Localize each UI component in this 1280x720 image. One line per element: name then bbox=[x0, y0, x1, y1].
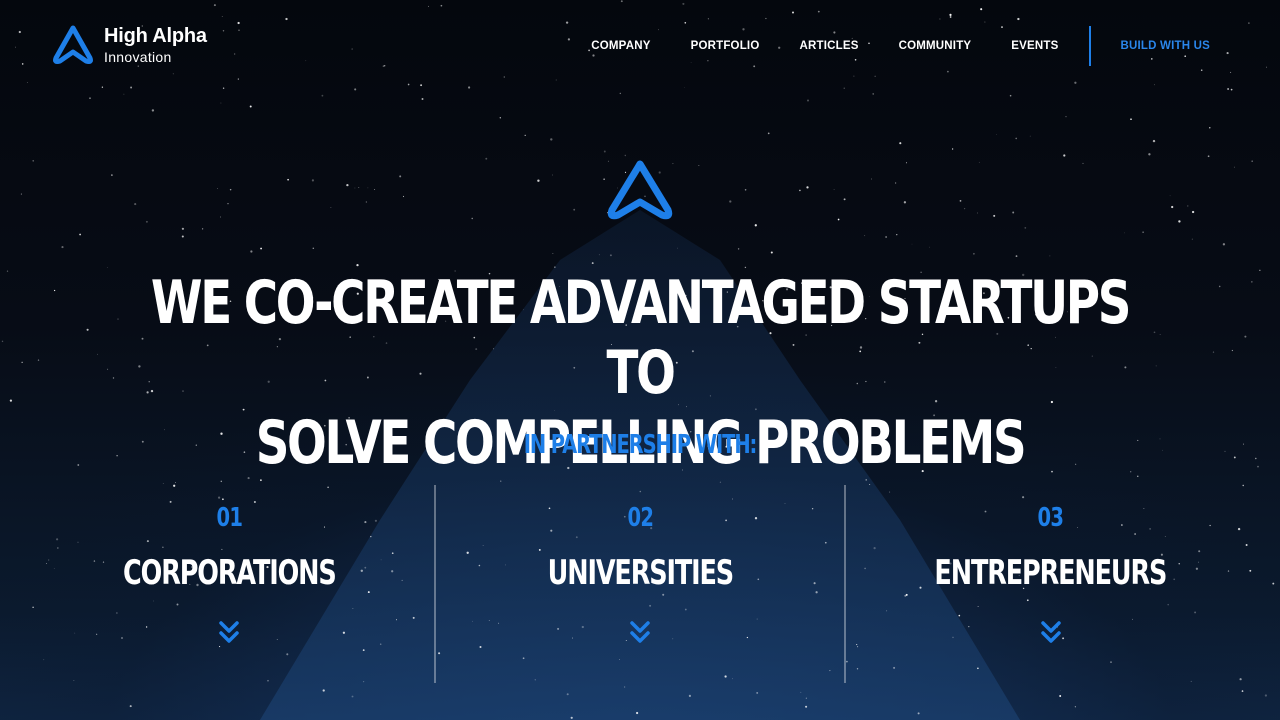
column-number: 02 bbox=[627, 503, 653, 533]
nav-community[interactable]: COMMUNITY bbox=[899, 40, 972, 52]
brand-name: High Alpha bbox=[104, 25, 207, 47]
nav-portfolio[interactable]: PORTFOLIO bbox=[691, 40, 760, 52]
partnership-label: IN PARTNERSHIP WITH: bbox=[523, 430, 758, 460]
column-title: UNIVERSITIES bbox=[547, 553, 733, 593]
double-chevron-down-icon[interactable] bbox=[1040, 619, 1062, 647]
build-with-us-button[interactable]: BUILD WITH US bbox=[1121, 40, 1210, 52]
nav-divider bbox=[1088, 26, 1091, 66]
column-title: CORPORATIONS bbox=[123, 553, 337, 593]
column-corporations[interactable]: 01 CORPORATIONS bbox=[25, 485, 434, 683]
column-number: 01 bbox=[216, 503, 243, 533]
main-nav: COMPANY PORTFOLIO ARTICLES COMMUNITY EVE… bbox=[591, 26, 1210, 66]
hero-logo-icon bbox=[607, 160, 673, 220]
brand-logo[interactable]: High Alpha Innovation bbox=[50, 24, 207, 66]
column-title: ENTREPRENEURS bbox=[934, 553, 1168, 593]
nav-events[interactable]: EVENTS bbox=[1011, 40, 1058, 52]
double-chevron-down-icon[interactable] bbox=[218, 619, 240, 647]
column-universities[interactable]: 02 UNIVERSITIES bbox=[433, 485, 845, 683]
headline-line-1: WE CO-CREATE ADVANTAGED STARTUPS TO bbox=[150, 268, 1132, 408]
brand-subtitle: Innovation bbox=[104, 49, 172, 65]
column-entrepreneurs[interactable]: 03 ENTREPRENEURS bbox=[844, 485, 1255, 683]
nav-company[interactable]: COMPANY bbox=[591, 40, 650, 52]
nav-articles[interactable]: ARTICLES bbox=[799, 40, 858, 52]
column-number: 03 bbox=[1037, 503, 1064, 533]
high-alpha-logo-icon bbox=[53, 25, 93, 65]
partner-columns: 01 CORPORATIONS 02 UNIVERSITIES 03 ENTRE… bbox=[25, 485, 1255, 683]
double-chevron-down-icon[interactable] bbox=[629, 619, 651, 647]
